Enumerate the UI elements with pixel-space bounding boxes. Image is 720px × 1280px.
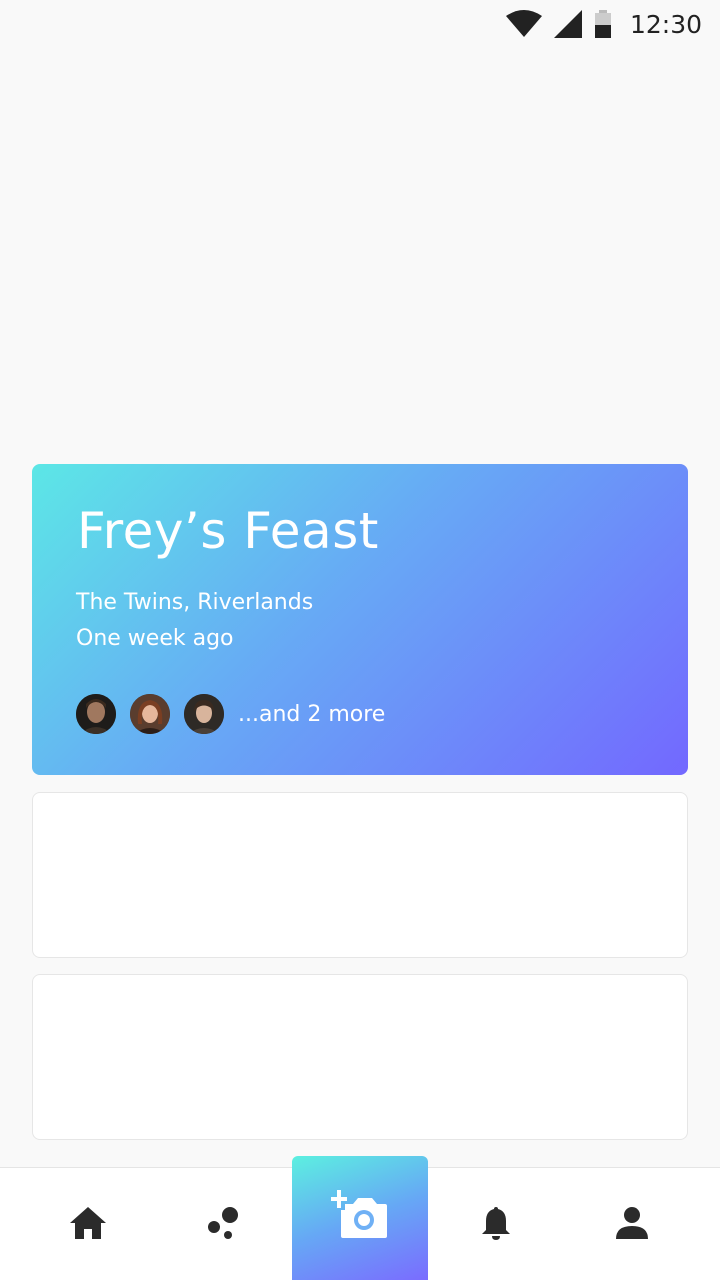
event-time-ago: One week ago (76, 626, 234, 651)
event-card[interactable]: Frey’s Feast The Twins, Riverlands One w… (32, 464, 688, 775)
event-title: Frey’s Feast (77, 502, 379, 560)
more-attendees-text[interactable]: ...and 2 more (238, 702, 385, 727)
avatar (76, 694, 116, 734)
attendee-list[interactable]: ...and 2 more (76, 694, 385, 734)
add-photo-icon (331, 1190, 389, 1246)
nav-home-button[interactable] (48, 1168, 128, 1280)
nav-notifications-button[interactable] (456, 1168, 536, 1280)
nav-discover-button[interactable] (184, 1168, 264, 1280)
signal-icon (553, 10, 582, 38)
person-icon (614, 1206, 650, 1244)
bell-icon (480, 1205, 512, 1245)
event-card-placeholder[interactable] (32, 792, 688, 958)
nav-profile-button[interactable] (592, 1168, 672, 1280)
event-card-placeholder[interactable] (32, 974, 688, 1140)
add-photo-button[interactable] (292, 1156, 428, 1280)
event-location: The Twins, Riverlands (76, 590, 314, 615)
bubbles-icon (206, 1206, 242, 1244)
home-icon (68, 1205, 108, 1245)
avatar (130, 694, 170, 734)
status-clock: 12:30 (629, 9, 702, 39)
battery-icon (594, 10, 612, 38)
wifi-icon (505, 10, 542, 38)
status-bar: 12:30 (0, 0, 720, 48)
avatar (184, 694, 224, 734)
